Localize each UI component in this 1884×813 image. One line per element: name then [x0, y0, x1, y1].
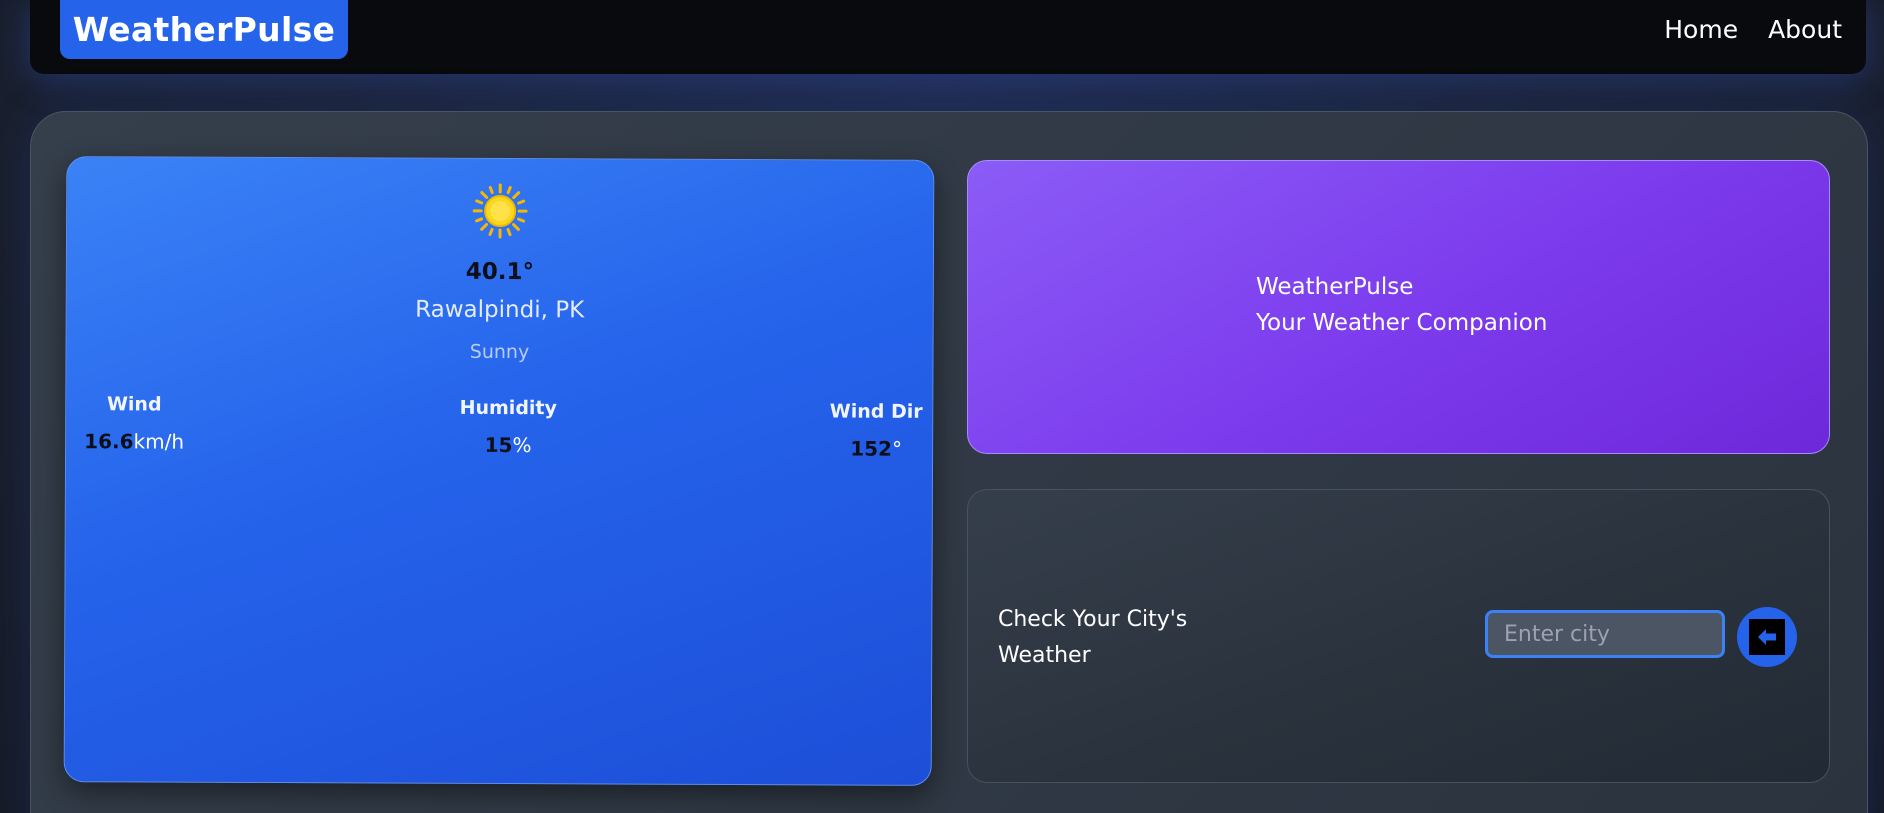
hero-card: WeatherPulse Your Weather Companion	[967, 160, 1830, 454]
stat-label: Humidity	[459, 396, 557, 420]
wind-dir-unit: °	[891, 436, 903, 461]
nav-link-about[interactable]: About	[1768, 15, 1842, 44]
location: Rawalpindi, PK	[415, 296, 585, 324]
stat-humidity: Humidity 15%	[438, 397, 578, 458]
search-heading: Check Your City's Weather	[998, 607, 1188, 668]
wind-dir-value: 152	[850, 436, 893, 461]
brand-logo[interactable]: WeatherPulse	[60, 0, 348, 59]
wind-speed-value: 16.6	[84, 429, 134, 454]
weather-condition: Sunny	[469, 340, 530, 364]
weather-card: 40.1° Rawalpindi, PK Sunny Wind 16.6km/h…	[63, 156, 935, 786]
navbar: WeatherPulse Home About	[30, 0, 1866, 74]
stat-wind-dir: Wind Dir 152°	[821, 400, 931, 460]
temperature: 40.1°	[465, 258, 535, 286]
stat-value: 16.6km/h	[84, 429, 184, 453]
search-card: Check Your City's Weather	[967, 489, 1830, 783]
stat-label: Wind	[106, 393, 162, 416]
hero-title: WeatherPulse	[1256, 274, 1414, 300]
sun-icon	[472, 183, 528, 239]
wind-speed-unit: km/h	[133, 429, 185, 454]
stat-value: 152°	[821, 436, 931, 461]
stat-wind: Wind 16.6km/h	[84, 393, 184, 453]
humidity-unit: %	[512, 433, 532, 458]
arrow-left-icon	[1749, 619, 1785, 655]
nav-link-home[interactable]: Home	[1664, 15, 1738, 44]
city-search-input[interactable]	[1485, 610, 1725, 658]
humidity-value: 15	[484, 432, 513, 458]
stat-value: 15%	[438, 433, 578, 458]
nav-links: Home About	[1664, 0, 1842, 58]
stat-label: Wind Dir	[829, 400, 923, 423]
hero-subtitle: Your Weather Companion	[1256, 310, 1548, 336]
search-button[interactable]	[1737, 607, 1797, 667]
